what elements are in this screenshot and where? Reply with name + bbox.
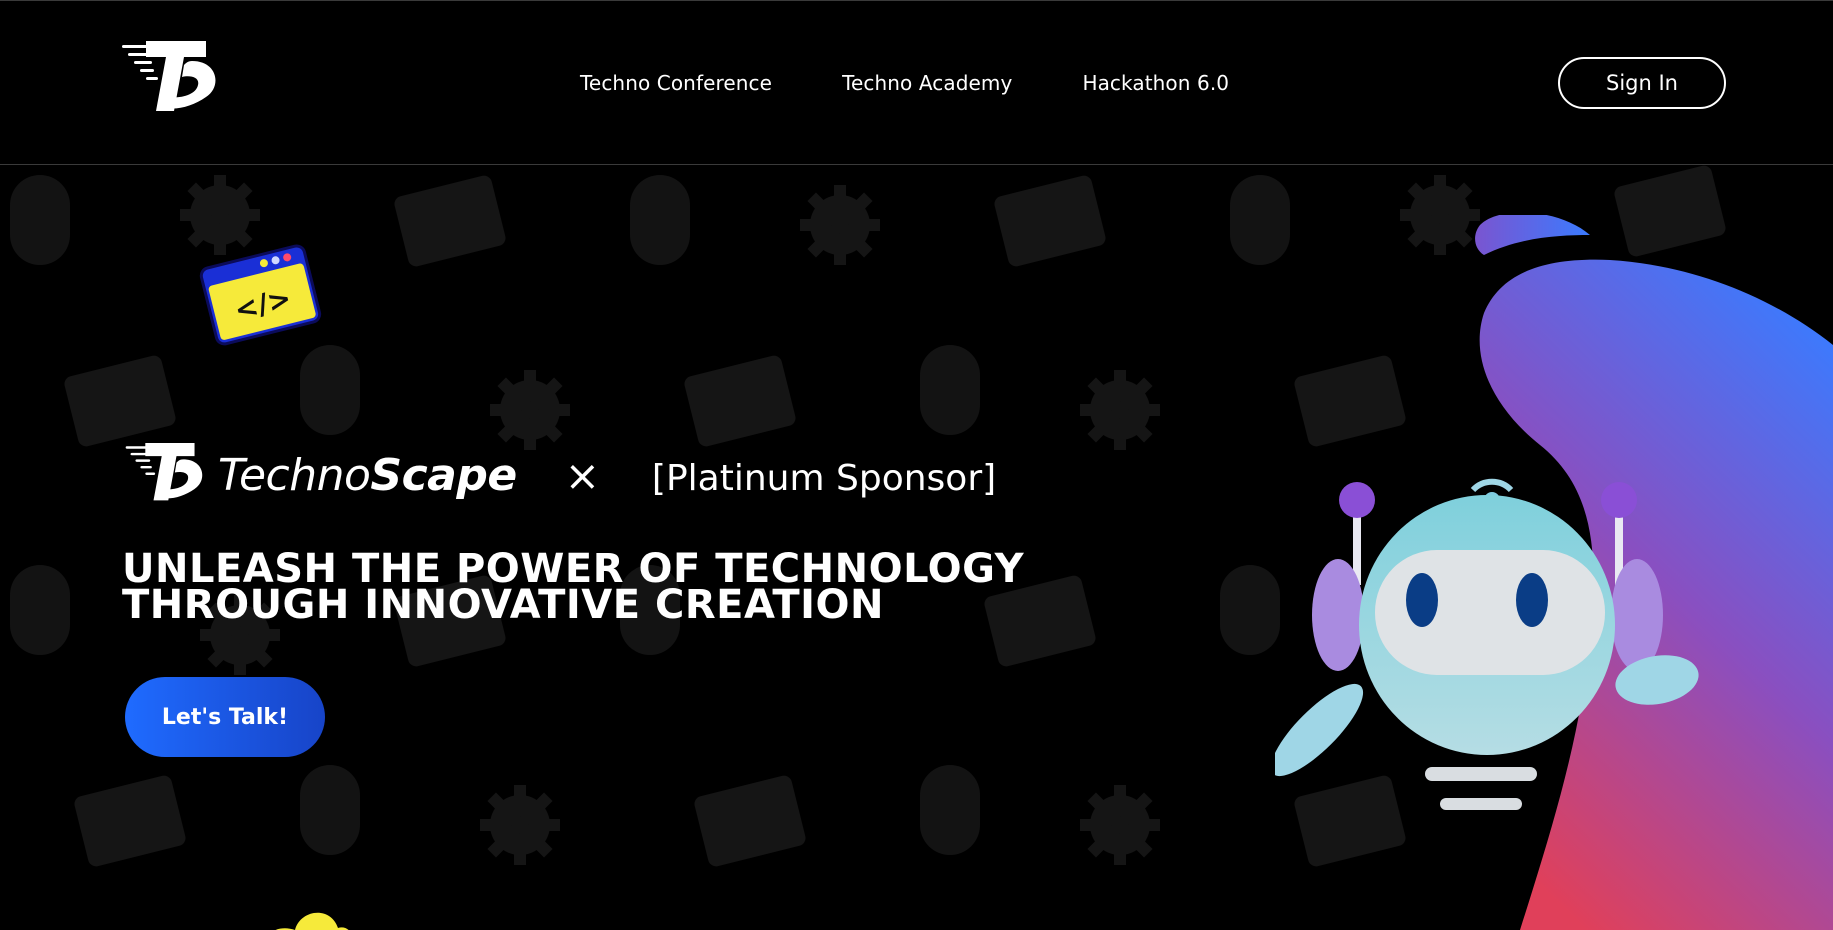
collab-x-mark: ×: [564, 450, 600, 500]
brand-collab-row: TechnoScape × [Platinum Sponsor]: [122, 435, 996, 515]
lets-talk-button[interactable]: Let's Talk!: [125, 677, 325, 757]
nav-link-hackathon[interactable]: Hackathon 6.0: [1082, 71, 1229, 95]
brand-wordmark-bold: Scape: [370, 449, 517, 501]
nav-link-techno-conference[interactable]: Techno Conference: [580, 71, 772, 95]
hero-headline: UNLEASH THE POWER OF TECHNOLOGY THROUGH …: [122, 549, 1024, 628]
headline-line-2: THROUGH INNOVATIVE CREATION: [122, 582, 884, 628]
nav-link-techno-academy[interactable]: Techno Academy: [842, 71, 1012, 95]
brand-wordmark: TechnoScape: [218, 450, 517, 501]
robot-mascot-icon: [1275, 478, 1699, 810]
technoscape-ts-logo-icon: [125, 443, 203, 501]
code-window-sticker-icon: </>: [199, 244, 322, 346]
brand-wordmark-light: Techno: [218, 449, 371, 501]
platinum-sponsor-placeholder: [Platinum Sponsor]: [651, 457, 997, 499]
nav-links: Techno Conference Techno Academy Hackath…: [580, 71, 1229, 95]
sign-in-button[interactable]: Sign In: [1558, 57, 1726, 109]
top-navbar: Techno Conference Techno Academy Hackath…: [0, 0, 1833, 165]
technoscape-logo-icon[interactable]: [122, 41, 218, 119]
hero-section: </> TechnoScape × [Platinum Sponsor] UNL…: [0, 165, 1833, 930]
landing-page: Techno Conference Techno Academy Hackath…: [0, 0, 1833, 930]
yellow-blob-decoration: [275, 912, 349, 930]
